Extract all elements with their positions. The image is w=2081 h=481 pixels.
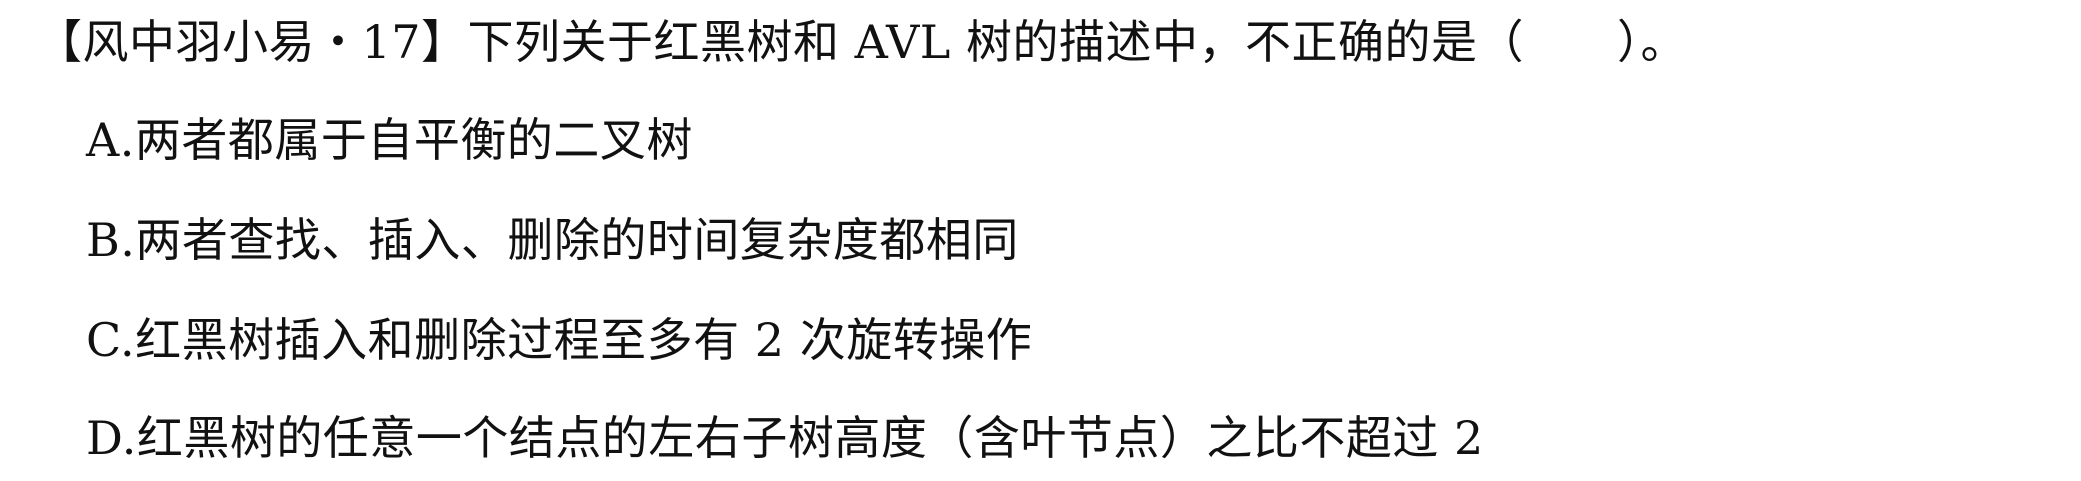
option-b: B.两者查找、插入、删除的时间复杂度都相同 (86, 213, 1019, 267)
question-block: 【风中羽小易・17】下列关于红黑树和 AVL 树的描述中，不正确的是（ ）。 A… (0, 0, 2081, 481)
question-stem: 【风中羽小易・17】下列关于红黑树和 AVL 树的描述中，不正确的是（ ）。 (36, 15, 1687, 69)
option-a: A.两者都属于自平衡的二叉树 (86, 113, 693, 167)
option-d: D.红黑树的任意一个结点的左右子树高度（含叶节点）之比不超过 2 (86, 411, 1484, 465)
option-c: C.红黑树插入和删除过程至多有 2 次旋转操作 (86, 313, 1033, 367)
